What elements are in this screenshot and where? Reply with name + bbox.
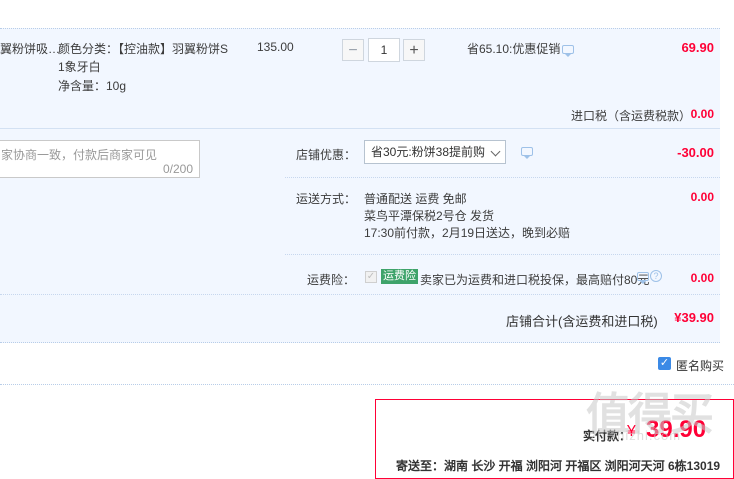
item-subtotal: 69.90 [681, 40, 714, 55]
shop-discount-value: -30.00 [677, 145, 714, 160]
seller-message-counter: 0/200 [162, 162, 193, 176]
divider [285, 254, 720, 255]
anonymous-checkbox[interactable]: ✓ [658, 357, 671, 370]
divider [285, 177, 720, 178]
seller-message-input[interactable]: 家协商一致，付款后商家可见 0/200 [0, 140, 200, 178]
caret-down-icon [490, 146, 501, 157]
insurance-text: 卖家已为运费和进口税投保，最高赔付80元 [420, 273, 650, 287]
shop-total-label: 店铺合计(含运费和进口税) [506, 314, 658, 329]
item-promo: 省65.10:优惠促销 [467, 42, 561, 56]
item-unit-price: 135.00 [257, 40, 294, 54]
quantity-input[interactable]: 1 [368, 38, 400, 62]
shop-discount-label: 店铺优惠： [296, 148, 357, 162]
shipping-method: 普通配送 运费 免邮 [364, 192, 467, 206]
shop-discount-selected: 省30元:粉饼38提前购 [371, 145, 486, 159]
chat-bubble-icon[interactable] [562, 45, 574, 57]
payment-address: 寄送至：湖南 长沙 开福 浏阳河 开福区 浏阳河天河 6栋13019 [396, 459, 721, 473]
shipping-value: 0.00 [690, 190, 714, 204]
insurance-badge: 运费险 [381, 269, 418, 284]
import-tax-label: 进口税（含运费税款） [571, 109, 692, 123]
item-sku-color-cont: 1象牙白 [58, 60, 101, 74]
divider [0, 294, 720, 295]
shipping-label: 运送方式： [296, 192, 357, 206]
item-sku-color: 颜色分类：【控油款】羽翼粉饼S [58, 42, 229, 56]
quantity-increase-button[interactable]: + [403, 39, 425, 61]
shop-discount-select[interactable]: 省30元:粉饼38提前购 [364, 140, 506, 164]
shop-total-value: ¥39.90 [674, 310, 714, 325]
insurance-value: 0.00 [690, 271, 714, 285]
item-sku-volume: 净含量：10g [58, 79, 127, 93]
insurance-label: 运费险： [307, 273, 356, 287]
import-tax-value: 0.00 [690, 107, 714, 121]
shipping-eta: 17:30前付款，2月19日送达，晚到必赔 [364, 226, 571, 240]
anonymous-label[interactable]: 匿名购买 [676, 357, 724, 374]
question-circle-icon[interactable]: ? [650, 270, 662, 282]
seller-message-placeholder: 家协商一致，付款后商家可见 [1, 148, 158, 162]
insurance-checkbox: ✓ [365, 271, 377, 283]
chat-bubble-icon[interactable] [637, 272, 649, 284]
quantity-decrease-button[interactable]: − [342, 39, 364, 61]
chat-bubble-icon[interactable] [521, 147, 533, 159]
item-name[interactable]: 翼粉饼吸… [0, 40, 60, 57]
shipping-warehouse: 菜鸟平潭保税2号仓 发货 [364, 209, 495, 223]
site-watermark-url: zhizhizhi.com [590, 428, 682, 443]
